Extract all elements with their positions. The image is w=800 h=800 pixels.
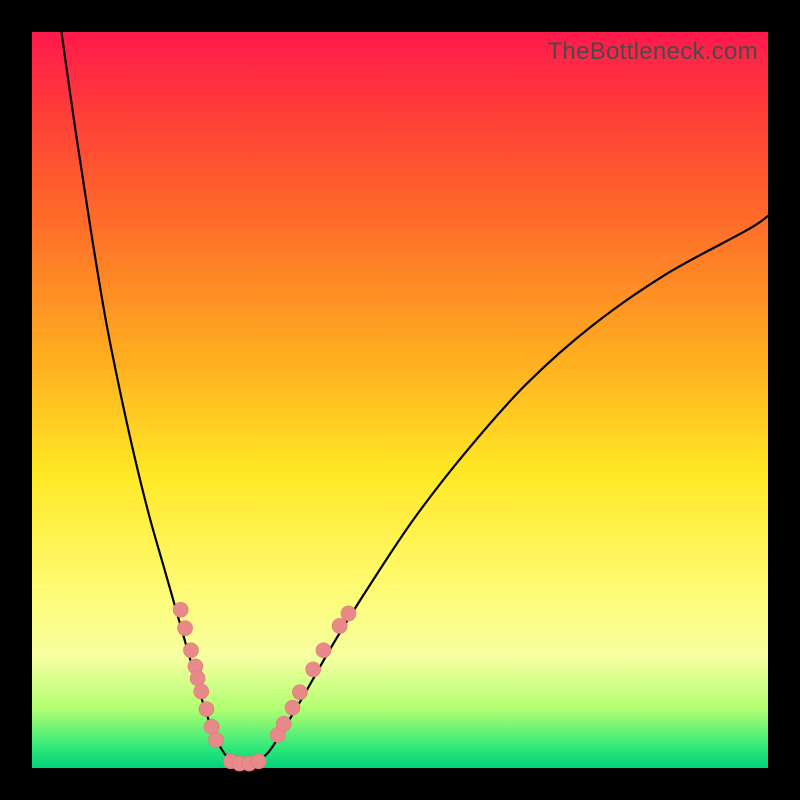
data-dot [341, 606, 356, 621]
data-dot [199, 702, 214, 717]
data-dot [292, 685, 307, 700]
data-dot [276, 716, 291, 731]
data-dot [251, 754, 266, 769]
data-dot [332, 618, 347, 633]
data-dot [316, 643, 331, 658]
plot-area: TheBottleneck.com [32, 32, 768, 768]
chart-frame: TheBottleneck.com [0, 0, 800, 800]
data-dot [178, 621, 193, 636]
curves-svg [32, 32, 768, 768]
data-dot [183, 643, 198, 658]
data-dot [190, 671, 205, 686]
data-dot [173, 602, 188, 617]
data-dot [194, 684, 209, 699]
data-dot [285, 700, 300, 715]
right-curve [253, 216, 768, 764]
data-dot [306, 662, 321, 677]
data-dot [209, 733, 224, 748]
left-curve [61, 32, 238, 764]
data-dots [173, 602, 356, 771]
data-dot [204, 719, 219, 734]
